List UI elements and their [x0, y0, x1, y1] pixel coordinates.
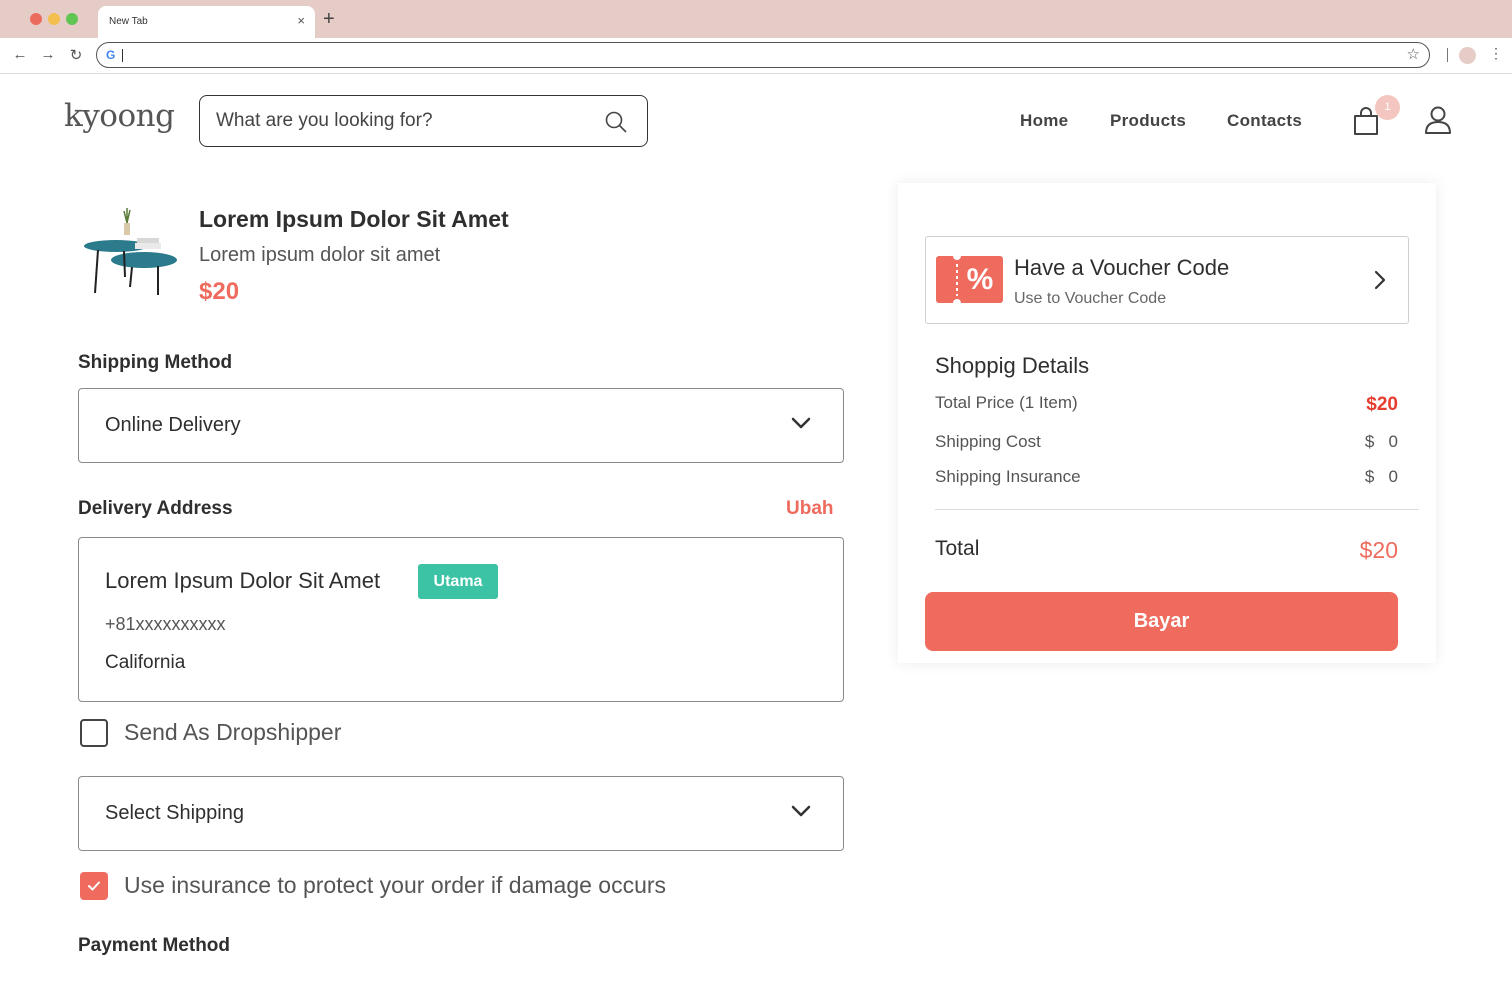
reload-icon[interactable]: ↻	[67, 46, 85, 64]
window-minimize-button[interactable]	[48, 13, 60, 25]
browser-menu-icon[interactable]: ⋮	[1489, 45, 1503, 62]
shipping-insurance-label: Shipping Insurance	[935, 467, 1081, 486]
chevron-right-icon	[1374, 270, 1386, 290]
chevron-down-icon	[791, 805, 811, 817]
insurance-checkbox[interactable]	[80, 872, 108, 900]
nav-home[interactable]: Home	[1020, 111, 1068, 131]
chevron-down-icon	[791, 417, 811, 429]
voucher-title: Have a Voucher Code	[1014, 255, 1230, 280]
shipping-select[interactable]: Select Shipping	[78, 776, 844, 851]
shipping-insurance-value: $ 0	[1364, 467, 1398, 486]
site-logo[interactable]: kyoong	[64, 98, 175, 134]
forward-icon[interactable]: →	[39, 46, 57, 63]
tab-close-icon[interactable]: ×	[297, 13, 305, 28]
primary-address-badge: Utama	[418, 564, 498, 599]
shipping-cost-label: Shipping Cost	[935, 432, 1041, 451]
address-phone: +81xxxxxxxxxx	[105, 614, 226, 634]
address-name: Lorem Ipsum Dolor Sit Amet	[105, 568, 381, 593]
shipping-method-value: Online Delivery	[105, 414, 241, 436]
new-tab-button[interactable]: +	[323, 9, 335, 29]
voucher-subtitle: Use to Voucher Code	[1014, 290, 1167, 307]
voucher-card[interactable]: % Have a Voucher Code Use to Voucher Cod…	[925, 236, 1409, 324]
browser-tab[interactable]: New Tab ×	[98, 6, 315, 38]
insurance-label: Use insurance to protect your order if d…	[124, 872, 667, 898]
shipping-method-label: Shipping Method	[78, 352, 233, 373]
order-summary-panel: % Have a Voucher Code Use to Voucher Cod…	[898, 183, 1436, 663]
edit-address-link[interactable]: Ubah	[786, 498, 834, 520]
product-description: Lorem ipsum dolor sit amet	[199, 244, 441, 266]
total-label: Total	[935, 537, 980, 560]
total-value: $20	[1359, 537, 1398, 563]
shipping-method-select[interactable]: Online Delivery	[78, 388, 844, 463]
browser-toolbar: ← → ↻ G ☆ ⋮	[0, 38, 1512, 74]
pay-button[interactable]: Bayar	[925, 592, 1398, 651]
dropshipper-label: Send As Dropshipper	[124, 719, 342, 745]
checkmark-icon	[88, 881, 100, 891]
voucher-ticket-icon: %	[936, 252, 1003, 307]
dropshipper-checkbox[interactable]	[80, 719, 108, 747]
payment-method-label: Payment Method	[78, 935, 231, 956]
nav-products[interactable]: Products	[1110, 111, 1186, 131]
address-city: California	[105, 652, 186, 673]
total-price-label: Total Price (1 Item)	[935, 393, 1078, 412]
address-card: Lorem Ipsum Dolor Sit Amet Utama +81xxxx…	[78, 537, 844, 702]
search-box	[199, 95, 648, 147]
text-cursor	[122, 49, 123, 62]
product-name: Lorem Ipsum Dolor Sit Amet	[199, 206, 509, 232]
shipping-cost-value: $ 0	[1364, 432, 1398, 451]
browser-tab-bar: New Tab × +	[0, 0, 1512, 38]
search-input[interactable]	[216, 109, 586, 133]
delivery-address-label: Delivery Address	[78, 498, 233, 519]
total-price-value: $20	[1366, 394, 1398, 415]
address-bar[interactable]: G ☆	[96, 42, 1430, 68]
user-icon[interactable]	[1423, 105, 1453, 135]
window-close-button[interactable]	[30, 13, 42, 25]
toolbar-divider	[1447, 48, 1448, 62]
shipping-select-placeholder: Select Shipping	[105, 802, 244, 824]
back-icon[interactable]: ←	[11, 46, 29, 63]
tab-title: New Tab	[109, 16, 148, 27]
window-maximize-button[interactable]	[66, 13, 78, 25]
profile-avatar[interactable]	[1459, 47, 1476, 64]
cart-count-badge: 1	[1375, 95, 1400, 120]
bookmark-star-icon[interactable]: ☆	[1407, 45, 1420, 63]
shopping-details-title: Shoppig Details	[935, 353, 1090, 378]
google-icon: G	[106, 48, 116, 62]
nav-contacts[interactable]: Contacts	[1227, 111, 1302, 131]
percent-symbol: %	[967, 263, 994, 296]
product-price: $20	[199, 278, 240, 305]
product-image	[84, 208, 177, 295]
summary-divider	[935, 509, 1419, 510]
search-icon[interactable]	[605, 111, 627, 133]
